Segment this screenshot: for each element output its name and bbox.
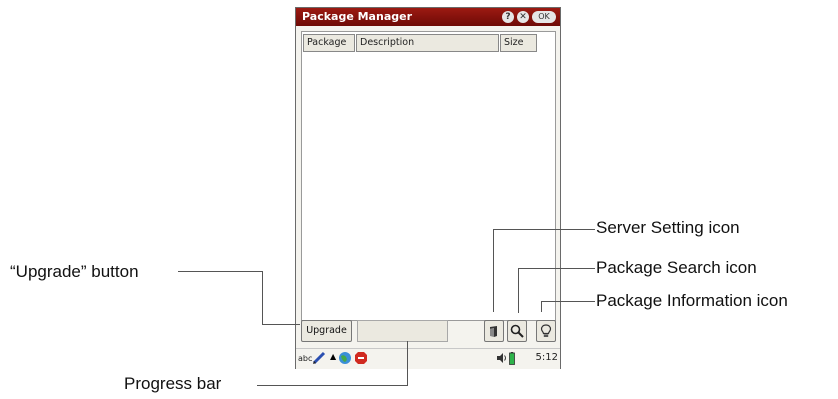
package-search-icon bbox=[510, 324, 524, 338]
stop-icon[interactable] bbox=[354, 351, 368, 365]
callout-server-setting: Server Setting icon bbox=[596, 218, 740, 237]
input-method-label[interactable]: abc bbox=[298, 354, 312, 363]
column-header-size[interactable]: Size bbox=[500, 34, 537, 52]
pda-window: Package Manager ? ✕ OK Package Descripti… bbox=[295, 7, 561, 369]
leader-line-upgrade-h bbox=[178, 271, 262, 272]
up-arrow-icon[interactable]: ▲ bbox=[330, 352, 336, 361]
pencil-icon[interactable] bbox=[312, 351, 326, 365]
globe-icon[interactable] bbox=[338, 351, 352, 365]
window-title: Package Manager bbox=[302, 10, 412, 23]
leader-line-package-search-h bbox=[518, 268, 595, 269]
close-icon[interactable]: ✕ bbox=[517, 11, 529, 23]
title-bar: Package Manager ? ✕ OK bbox=[296, 8, 560, 26]
leader-line-package-search-v bbox=[518, 268, 519, 313]
package-search-button[interactable] bbox=[507, 320, 527, 342]
column-header-description[interactable]: Description bbox=[356, 34, 499, 52]
server-setting-icon bbox=[490, 326, 497, 337]
leader-line-progress-h bbox=[257, 385, 408, 386]
leader-line-server-setting-h bbox=[493, 229, 595, 230]
leader-line-progress-v bbox=[407, 341, 408, 386]
column-header-package[interactable]: Package bbox=[303, 34, 355, 52]
callout-progress: Progress bar bbox=[124, 374, 222, 393]
package-information-button[interactable] bbox=[536, 320, 556, 342]
leader-line-server-setting-v bbox=[493, 229, 494, 312]
help-icon[interactable]: ? bbox=[502, 11, 514, 23]
taskbar: abc ▲ 5:12 bbox=[296, 348, 560, 369]
leader-line-package-info-v bbox=[541, 301, 542, 312]
package-information-icon bbox=[540, 324, 552, 337]
progress-bar bbox=[357, 320, 448, 342]
leader-line-package-info-h bbox=[541, 301, 595, 302]
callout-package-information: Package Information icon bbox=[596, 291, 788, 310]
leader-line-upgrade-h2 bbox=[262, 324, 300, 325]
volume-icon[interactable] bbox=[496, 352, 508, 364]
callout-upgrade: “Upgrade” button bbox=[10, 262, 139, 281]
ok-button[interactable]: OK bbox=[532, 11, 556, 23]
battery-icon bbox=[509, 352, 515, 365]
callout-package-search: Package Search icon bbox=[596, 258, 757, 277]
clock: 5:12 bbox=[535, 352, 558, 363]
leader-line-upgrade-v bbox=[262, 271, 263, 324]
upgrade-button[interactable]: Upgrade bbox=[301, 320, 352, 342]
server-setting-button[interactable] bbox=[484, 320, 504, 342]
